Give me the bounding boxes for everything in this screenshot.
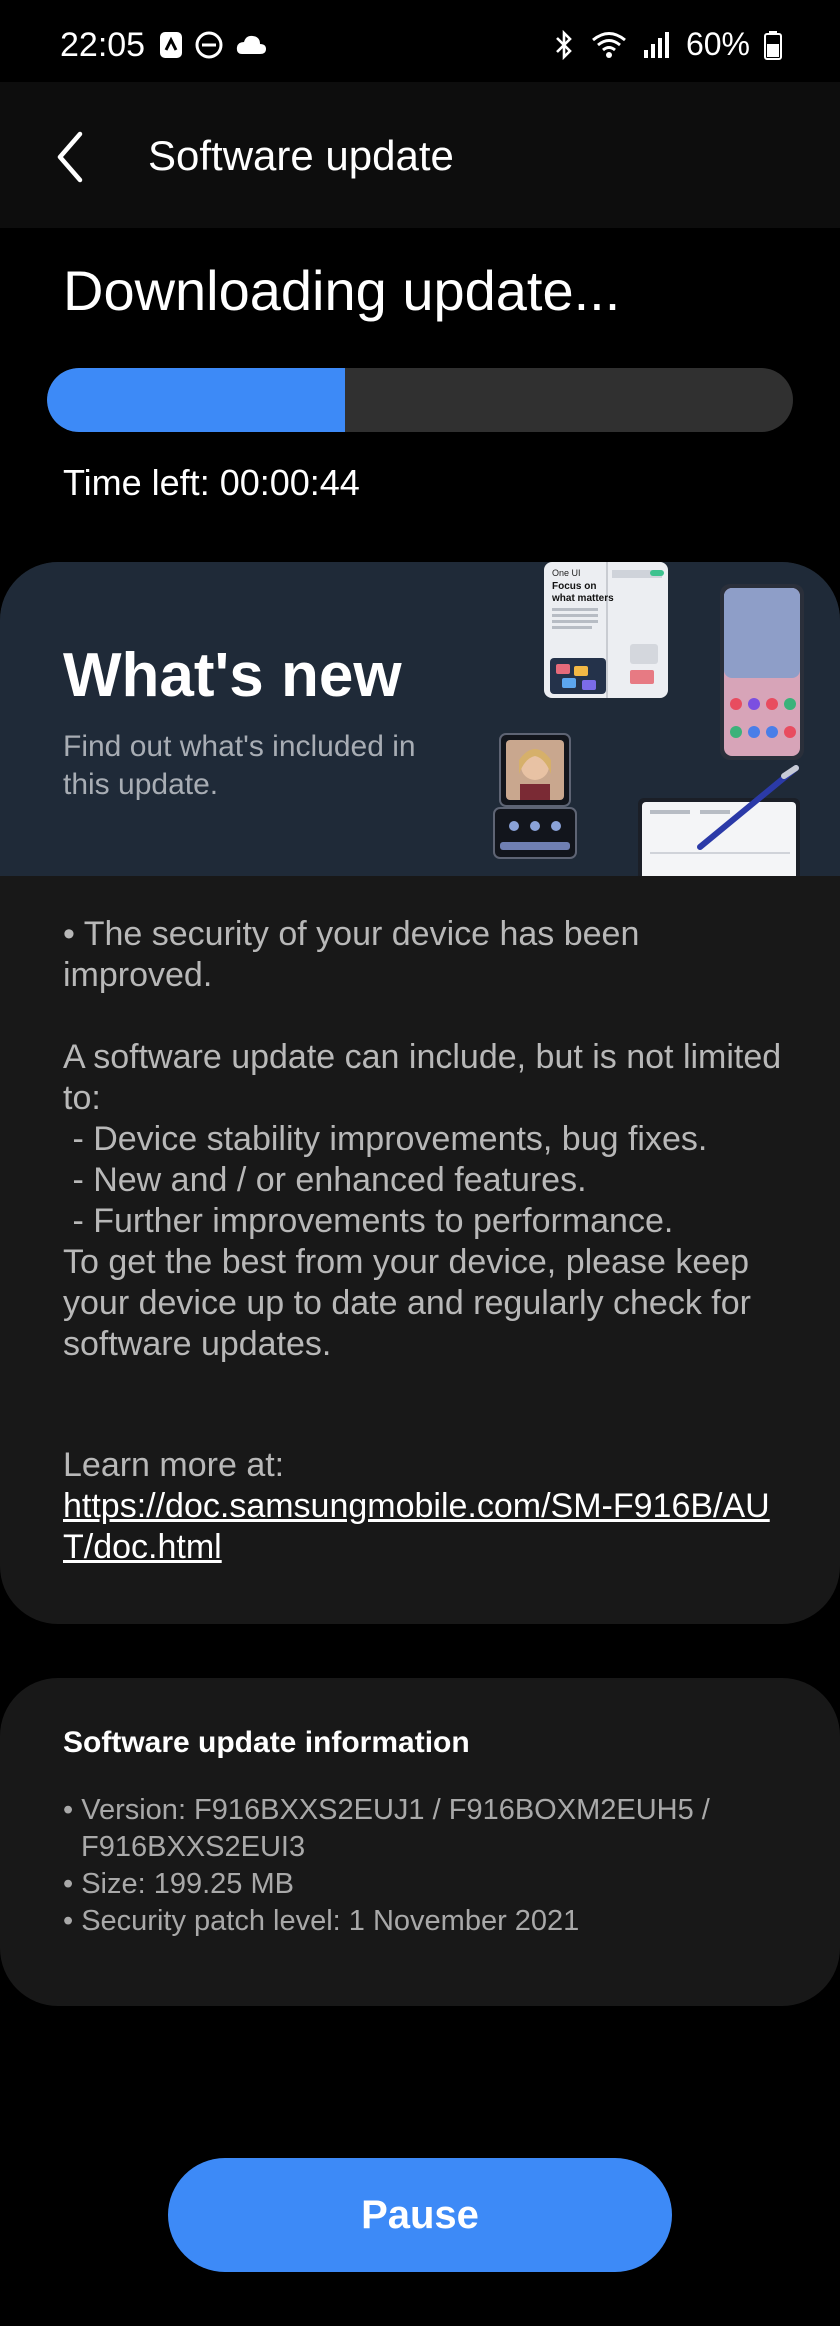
dnd-icon <box>194 30 224 60</box>
signal-icon <box>642 30 672 60</box>
update-info-title: Software update information <box>63 1726 470 1759</box>
download-progress-bar <box>47 368 793 432</box>
update-info-version: • Version: F916BXXS2EUJ1 / F916BOXM2EUH5… <box>63 1794 710 1863</box>
notes-item: - Device stability improvements, bug fix… <box>63 1120 708 1158</box>
update-info-security-patch: • Security patch level: 1 November 2021 <box>63 1905 580 1937</box>
learn-more-label: Learn more at: <box>63 1446 285 1484</box>
pause-button[interactable]: Pause <box>168 2158 672 2272</box>
device-illustrations: One UI Focus on what matters <box>493 562 804 876</box>
status-right: 60% <box>552 26 782 63</box>
illustration-text-focus: Focus on <box>552 581 596 592</box>
phone-illustration <box>720 584 804 760</box>
flip-phone-illustration <box>493 733 577 859</box>
status-bar: 22:05 60% <box>0 0 840 82</box>
whats-new-card: What's new Find out what's included in t… <box>0 562 840 1624</box>
bluetooth-icon <box>552 29 576 61</box>
notes-intro: A software update can include, but is no… <box>63 1038 782 1117</box>
wifi-icon <box>590 30 628 60</box>
update-info-card: Software update information • Version: F… <box>0 1678 840 2006</box>
tablet-pen-illustration <box>638 765 800 876</box>
notes-security: • The security of your device has been i… <box>63 915 640 994</box>
battery-percentage: 60% <box>685 26 750 62</box>
notes-item: - Further improvements to performance. <box>63 1202 674 1240</box>
illustration-text-matters: what matters <box>551 593 614 604</box>
status-time: 22:05 <box>60 26 146 64</box>
update-info-size: • Size: 199.25 MB <box>63 1868 294 1900</box>
whats-new-banner: What's new Find out what's included in t… <box>0 562 840 876</box>
time-left-label: Time left: 00:00:44 <box>63 462 360 503</box>
illustration-text-oneui: One UI <box>552 568 581 578</box>
notes-advice: To get the best from your device, please… <box>63 1243 751 1363</box>
status-left-icons <box>158 30 268 60</box>
chevron-left-icon <box>44 122 104 192</box>
app-bar: Software update <box>0 82 840 228</box>
download-heading: Downloading update... <box>63 259 621 322</box>
cloud-icon <box>234 30 268 60</box>
release-notes: • The security of your device has been i… <box>63 914 783 1568</box>
battery-icon <box>764 30 782 60</box>
back-button[interactable] <box>44 122 104 192</box>
page-title: Software update <box>148 132 454 179</box>
notes-item: - New and / or enhanced features. <box>63 1161 587 1199</box>
download-progress-fill <box>47 368 346 432</box>
learn-more-link[interactable]: https://doc.samsungmobile.com/SM-F916B/A… <box>63 1487 770 1566</box>
nfc-icon <box>158 30 184 60</box>
foldable-tablet-illustration: One UI Focus on what matters <box>544 562 668 698</box>
update-info-list: • Version: F916BXXS2EUJ1 / F916BOXM2EUH5… <box>63 1792 763 1940</box>
